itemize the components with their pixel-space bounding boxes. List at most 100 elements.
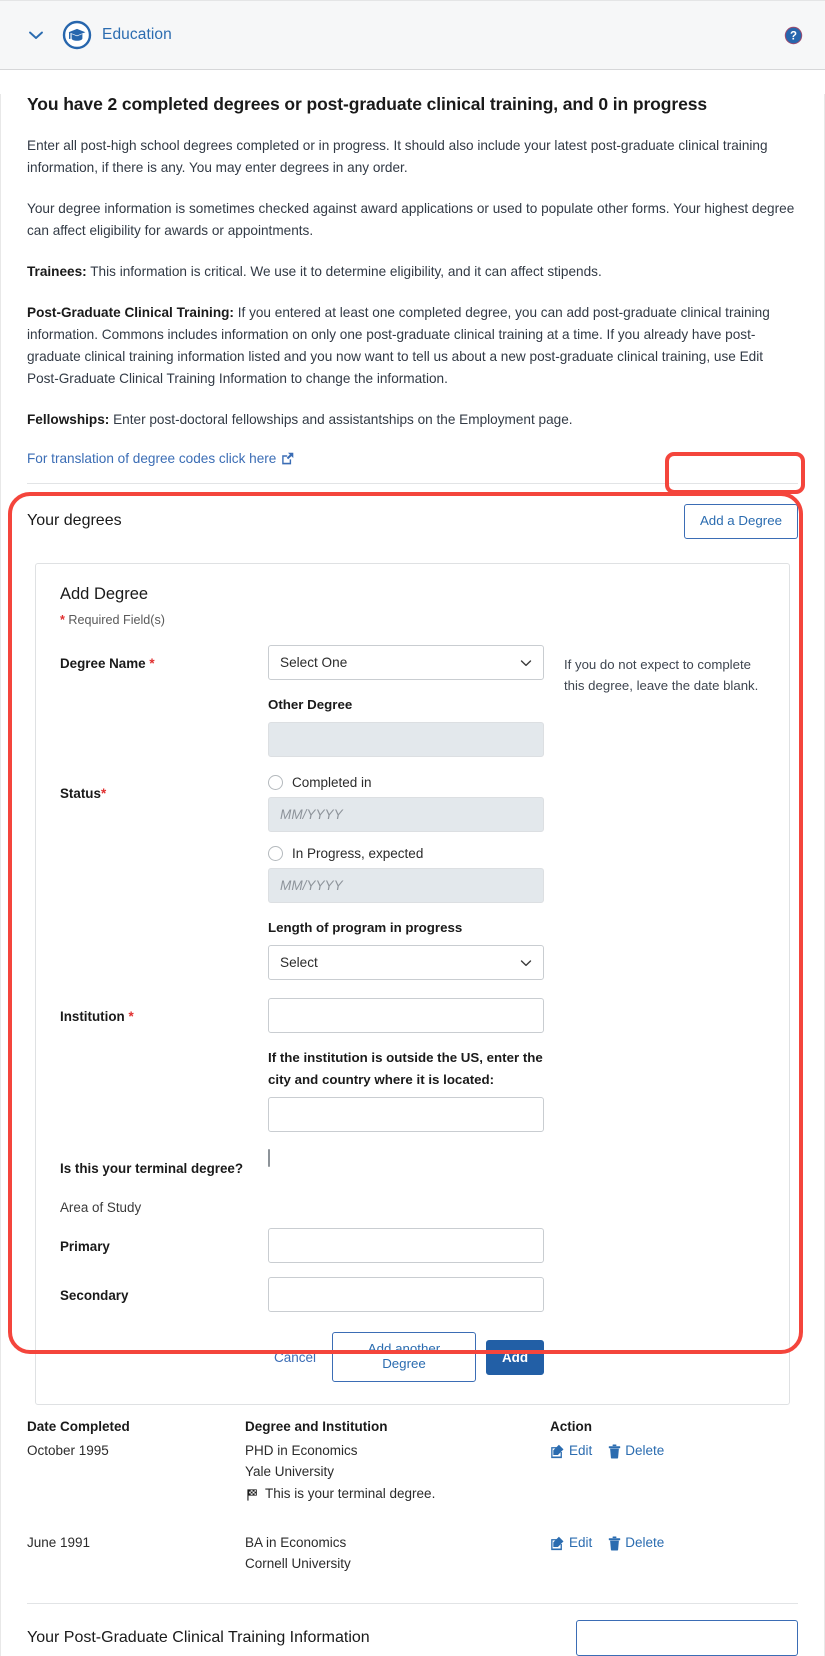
post-grad-training-button[interactable] [576, 1619, 798, 1656]
column-header-action: Action [550, 1418, 592, 1434]
other-degree-label: Other Degree [268, 696, 353, 712]
delete-link[interactable]: Delete [608, 1441, 664, 1462]
checkered-flag-icon [245, 1488, 259, 1502]
column-header-degree: Degree and Institution [245, 1418, 388, 1434]
delete-link[interactable]: Delete [608, 1533, 664, 1554]
institution-label: Institution * [60, 1009, 134, 1025]
secondary-label: Secondary [60, 1288, 129, 1304]
edit-pencil-icon [550, 1536, 565, 1551]
your-degrees-heading: Your degrees [27, 512, 122, 530]
edit-link[interactable]: Edit [550, 1533, 592, 1554]
status-label: Status* [60, 786, 107, 802]
area-of-study-group-row: Area of Study [60, 1198, 765, 1219]
help-circle-icon[interactable]: ? [784, 26, 803, 45]
terminal-degree-row: Is this your terminal degree? [60, 1148, 765, 1180]
degree-name-select-wrap: Select One [268, 644, 544, 680]
delete-label: Delete [625, 1442, 665, 1458]
intro-paragraph-2: Your degree information is sometimes che… [27, 201, 795, 239]
post-grad-training-header-row: Your Post-Graduate Clinical Training Inf… [27, 1604, 798, 1656]
degree-name: PHD in Economics [245, 1442, 358, 1458]
edit-label: Edit [569, 1442, 593, 1458]
education-page: Education ? You have 2 completed degrees… [0, 0, 825, 1656]
graduation-cap-icon [62, 20, 92, 50]
add-degree-form: Add Degree * Required Field(s) Degree Na… [35, 562, 790, 1405]
in-progress-radio[interactable] [268, 846, 283, 862]
in-progress-label: In Progress, expected [292, 846, 424, 862]
in-progress-radio-row[interactable]: In Progress, expected [268, 846, 544, 862]
other-degree-input[interactable] [268, 722, 544, 758]
table-row: October 1995 PHD in Economics Yale Unive… [27, 1439, 798, 1531]
your-degrees-header-row: Your degrees Add a Degree [27, 484, 798, 555]
terminal-degree-label: Is this your terminal degree? [60, 1160, 244, 1176]
post-grad-paragraph: Post-Graduate Clinical Training: If you … [27, 305, 770, 387]
degree-date: October 1995 [27, 1442, 109, 1458]
degree-name-label: Degree Name * [60, 655, 155, 671]
required-asterisk: * [60, 612, 65, 627]
degree-name-select[interactable]: Select One [268, 644, 544, 680]
table-row: June 1991 BA in Economics Cornell Univer… [27, 1531, 798, 1593]
cancel-button[interactable]: Cancel [268, 1342, 322, 1373]
trash-icon [608, 1536, 621, 1551]
completed-in-radio-row[interactable]: Completed in [268, 775, 544, 791]
edit-label: Edit [569, 1534, 593, 1550]
trash-icon [608, 1444, 621, 1459]
degree-institution: Cornell University [245, 1555, 351, 1571]
required-asterisk: * [128, 1009, 134, 1025]
primary-label: Primary [60, 1239, 110, 1255]
add-another-degree-button[interactable]: Add another Degree [332, 1332, 476, 1382]
form-buttons: Cancel Add another Degree Add [268, 1332, 544, 1382]
degree-codes-translation-link[interactable]: For translation of degree codes click he… [27, 451, 294, 466]
add-degree-title: Add Degree [60, 584, 149, 603]
row-actions: Edit Delete [550, 1533, 798, 1554]
degrees-summary: You have 2 completed degrees or post-gra… [27, 94, 707, 114]
outside-us-label: If the institution is outside the US, en… [268, 1050, 543, 1087]
required-asterisk: * [100, 786, 107, 802]
education-body: You have 2 completed degrees or post-gra… [0, 94, 825, 1656]
terminal-degree-text: This is your terminal degree. [265, 1486, 436, 1502]
in-progress-date-input[interactable] [268, 868, 544, 904]
completed-date-input[interactable] [268, 797, 544, 833]
post-grad-training-heading: Your Post-Graduate Clinical Training Inf… [27, 1628, 370, 1646]
chevron-down-icon[interactable] [26, 25, 46, 45]
fellowships-lead: Fellowships: [27, 412, 110, 428]
intro-paragraph-1: Enter all post-high school degrees compl… [27, 138, 768, 176]
required-fields-note: * Required Field(s) [60, 613, 765, 627]
degree-date: June 1991 [27, 1534, 91, 1550]
length-of-program-label: Length of program in progress [268, 920, 463, 936]
post-grad-lead: Post-Graduate Clinical Training: [27, 305, 234, 321]
outside-us-city-country-input[interactable] [268, 1096, 544, 1132]
degree-name-hint: If you do not expect to complete this de… [564, 656, 759, 694]
terminal-degree-note: This is your terminal degree. [245, 1484, 550, 1505]
required-note-label: Required Field(s) [68, 612, 165, 627]
column-header-date: Date Completed [27, 1418, 130, 1434]
degree-name: BA in Economics [245, 1534, 347, 1550]
terminal-degree-checkbox[interactable] [268, 1148, 270, 1167]
area-of-study-label: Area of Study [60, 1199, 142, 1215]
education-accordion-header[interactable]: Education ? [0, 0, 825, 70]
degrees-table: Date Completed Degree and Institution Ac… [27, 1419, 798, 1593]
secondary-area-input[interactable] [268, 1277, 544, 1313]
degree-name-row: Degree Name * Select One Other Degree If… [60, 644, 765, 758]
degree-institution: Yale University [245, 1463, 335, 1479]
edit-pencil-icon [550, 1444, 565, 1459]
completed-in-radio[interactable] [268, 775, 283, 791]
trainees-paragraph: Trainees: This information is critical. … [27, 264, 602, 280]
degree-codes-link-label: For translation of degree codes click he… [27, 451, 277, 467]
length-of-program-select-wrap: Select [268, 945, 544, 981]
secondary-area-row: Secondary [60, 1277, 765, 1313]
section-title: Education [102, 26, 172, 43]
delete-label: Delete [625, 1534, 665, 1550]
edit-link[interactable]: Edit [550, 1441, 592, 1462]
primary-area-input[interactable] [268, 1228, 544, 1264]
length-of-program-select[interactable]: Select [268, 945, 544, 981]
add-button[interactable]: Add [485, 1339, 544, 1375]
institution-row: Institution * If the institution is outs… [60, 998, 765, 1132]
add-a-degree-button[interactable]: Add a Degree [683, 504, 798, 539]
row-actions: Edit Delete [550, 1441, 798, 1462]
primary-area-row: Primary [60, 1228, 765, 1264]
institution-input[interactable] [268, 998, 544, 1034]
status-row: Status* Completed in In Progress, expect… [60, 775, 765, 981]
fellowships-paragraph: Fellowships: Enter post-doctoral fellows… [27, 412, 573, 428]
trainees-lead: Trainees: [27, 264, 87, 280]
table-header-row: Date Completed Degree and Institution Ac… [27, 1419, 798, 1439]
